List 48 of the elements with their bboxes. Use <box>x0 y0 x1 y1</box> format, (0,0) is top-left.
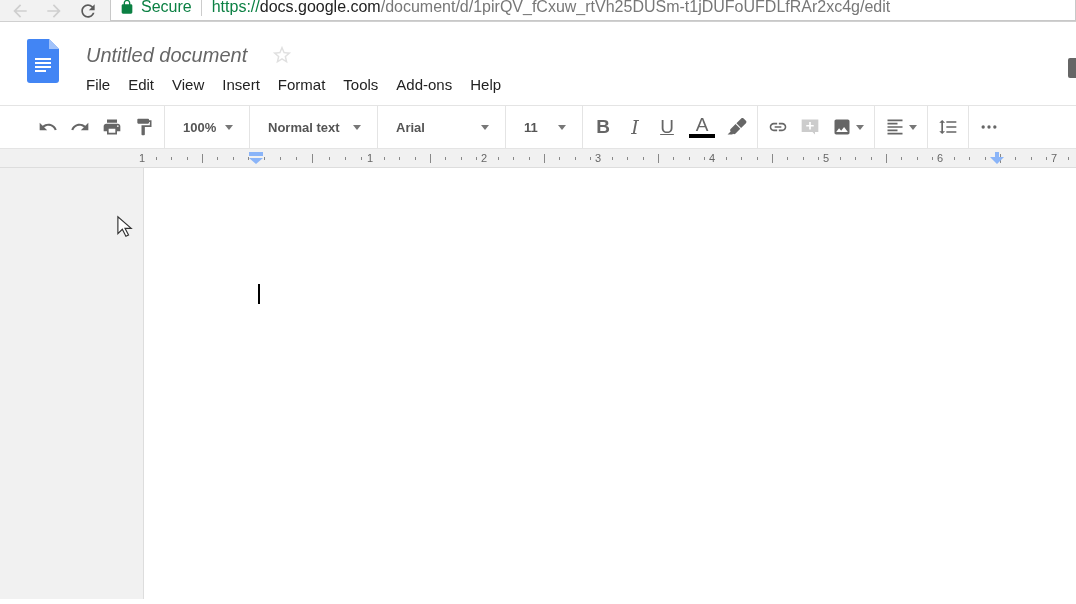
security-label: Secure <box>141 0 202 16</box>
menu-item[interactable]: File <box>79 74 118 95</box>
paint-roller-icon <box>134 117 154 137</box>
caret-icon <box>225 124 233 130</box>
caret-icon <box>353 124 361 130</box>
docs-logo-icon[interactable] <box>27 39 59 83</box>
menu-item[interactable]: View <box>165 74 212 95</box>
document-title[interactable]: Untitled document <box>86 43 248 67</box>
zoom-dropdown[interactable]: 100% <box>171 113 243 141</box>
ruler-number: 3 <box>593 152 603 164</box>
indent-marker-icon[interactable] <box>249 152 263 164</box>
caret-icon <box>558 124 566 130</box>
italic-button[interactable]: I <box>621 113 649 141</box>
url-text: https://docs.google.com/document/d/1pirQV_fCxuw_rtVh25DUSm-t1jDUFoUFDLfRAr2xc4g/edit <box>211 0 891 16</box>
ruler-number: 5 <box>821 152 831 164</box>
align-left-icon <box>885 117 905 137</box>
printer-icon <box>102 117 122 137</box>
bold-button[interactable]: B <box>589 113 617 141</box>
ruler-number: 7 <box>1049 152 1059 164</box>
mouse-pointer-icon <box>117 215 133 239</box>
style-dropdown[interactable]: Normal text <box>256 113 371 141</box>
ruler-number: 6 <box>935 152 945 164</box>
menu-item[interactable]: Format <box>270 74 333 95</box>
star-icon[interactable] <box>271 44 294 66</box>
caret-icon <box>856 124 864 130</box>
ruler-number: 2 <box>479 152 489 164</box>
menu-item[interactable]: Tools <box>336 74 386 95</box>
lock-icon <box>119 0 135 15</box>
marker-pen-icon <box>727 117 747 137</box>
caret-icon <box>909 124 917 130</box>
text-cursor <box>258 284 260 304</box>
font-dropdown[interactable]: Arial <box>384 113 499 141</box>
font-size-dropdown[interactable]: 11 <box>512 113 576 141</box>
image-icon <box>832 117 852 137</box>
menu-item[interactable]: Add-ons <box>389 74 460 95</box>
ruler-number: 1 <box>365 152 375 164</box>
underline-button[interactable]: U <box>653 113 681 141</box>
caret-icon <box>481 124 489 130</box>
menu-item[interactable]: Insert <box>215 74 267 95</box>
text-color-button[interactable]: A <box>685 113 719 141</box>
line-spacing-icon <box>938 117 958 137</box>
add-comment-icon <box>800 117 820 137</box>
menu-item[interactable]: Help <box>463 74 509 95</box>
right-indent-marker-icon[interactable] <box>990 152 1004 164</box>
address-bar[interactable]: Secure https://docs.google.com/document/d/1pirQV_fCxuw_rtVh25DUSm-t1jDUFoUFDLfRAr2xc4g/edit <box>110 0 1076 21</box>
ruler-number: 4 <box>707 152 717 164</box>
ruler-number: 1 <box>137 152 147 164</box>
menu-item[interactable]: Edit <box>121 74 162 95</box>
